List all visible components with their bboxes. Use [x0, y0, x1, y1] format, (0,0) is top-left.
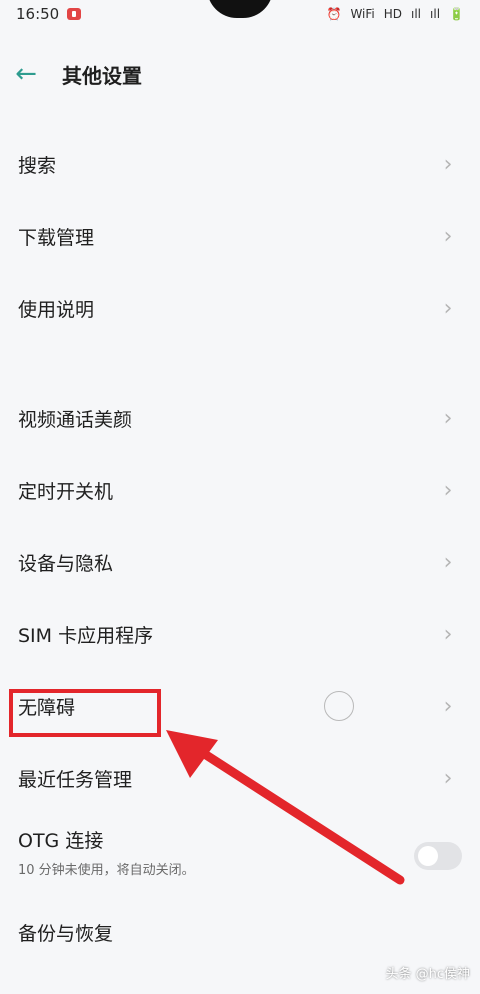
watermark: 头条 @hc侯神 [385, 967, 470, 982]
annotation-arrow [166, 730, 405, 885]
